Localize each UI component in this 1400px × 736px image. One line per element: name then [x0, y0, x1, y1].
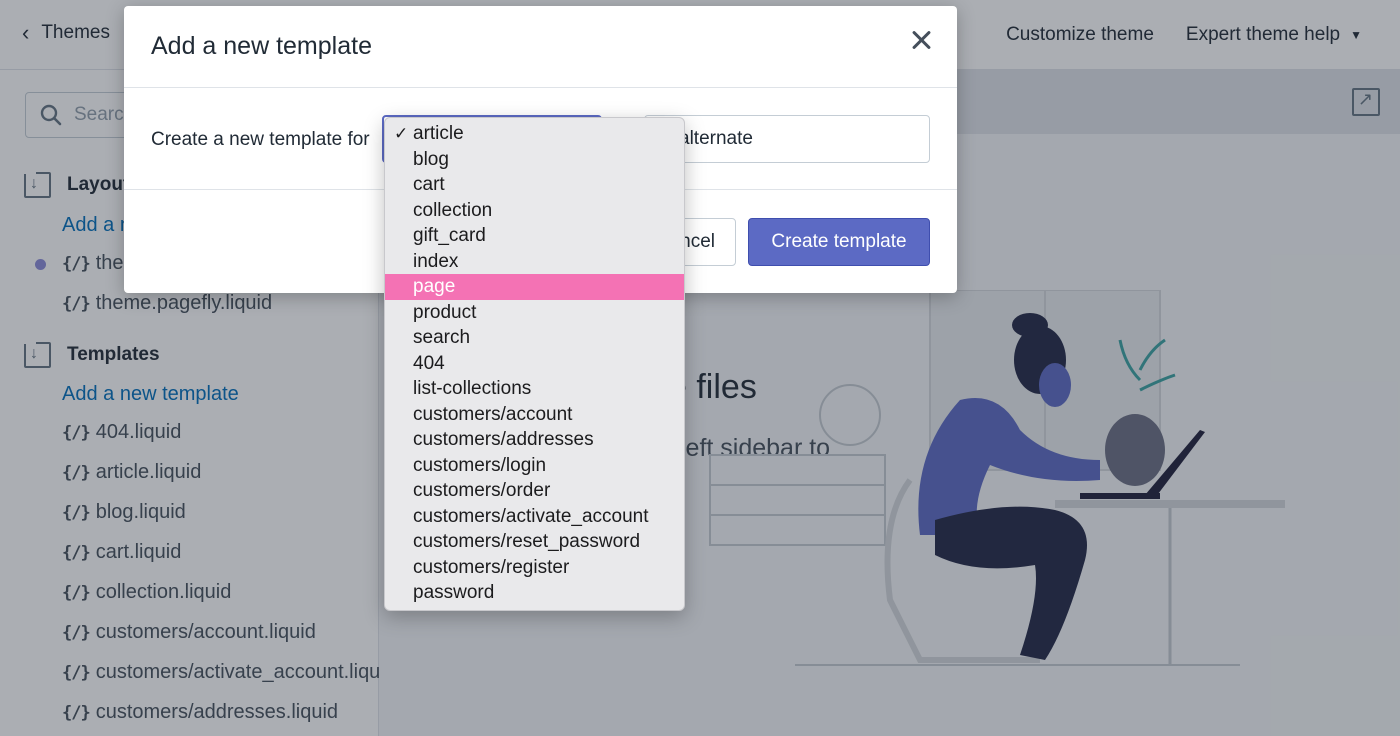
dropdown-option-product[interactable]: product: [385, 300, 684, 326]
dropdown-option-search[interactable]: search: [385, 325, 684, 351]
close-icon[interactable]: [909, 28, 933, 52]
template-type-dropdown: article blog cart collection gift_card i…: [384, 117, 685, 611]
dropdown-option-password[interactable]: password: [385, 580, 684, 606]
dropdown-option-page[interactable]: page: [385, 274, 684, 300]
modal-header: Add a new template: [124, 6, 957, 88]
dropdown-option-collection[interactable]: collection: [385, 198, 684, 224]
dropdown-option-customers-order[interactable]: customers/order: [385, 478, 684, 504]
dropdown-option-customers-activate-account[interactable]: customers/activate_account: [385, 504, 684, 530]
dropdown-option-404[interactable]: 404: [385, 351, 684, 377]
dropdown-option-article[interactable]: article: [385, 121, 684, 147]
dropdown-option-customers-addresses[interactable]: customers/addresses: [385, 427, 684, 453]
dropdown-option-customers-login[interactable]: customers/login: [385, 453, 684, 479]
dropdown-option-customers-reset-password[interactable]: customers/reset_password: [385, 529, 684, 555]
dropdown-option-customers-register[interactable]: customers/register: [385, 555, 684, 581]
template-name-input[interactable]: alternate: [644, 115, 930, 163]
dropdown-option-cart[interactable]: cart: [385, 172, 684, 198]
dropdown-option-blog[interactable]: blog: [385, 147, 684, 173]
template-type-label: Create a new template for: [151, 129, 370, 150]
dropdown-option-index[interactable]: index: [385, 249, 684, 275]
create-template-button[interactable]: Create template: [748, 218, 930, 266]
dropdown-option-customers-account[interactable]: customers/account: [385, 402, 684, 428]
modal-title: Add a new template: [151, 32, 372, 60]
dropdown-option-gift-card[interactable]: gift_card: [385, 223, 684, 249]
dropdown-option-list-collections[interactable]: list-collections: [385, 376, 684, 402]
